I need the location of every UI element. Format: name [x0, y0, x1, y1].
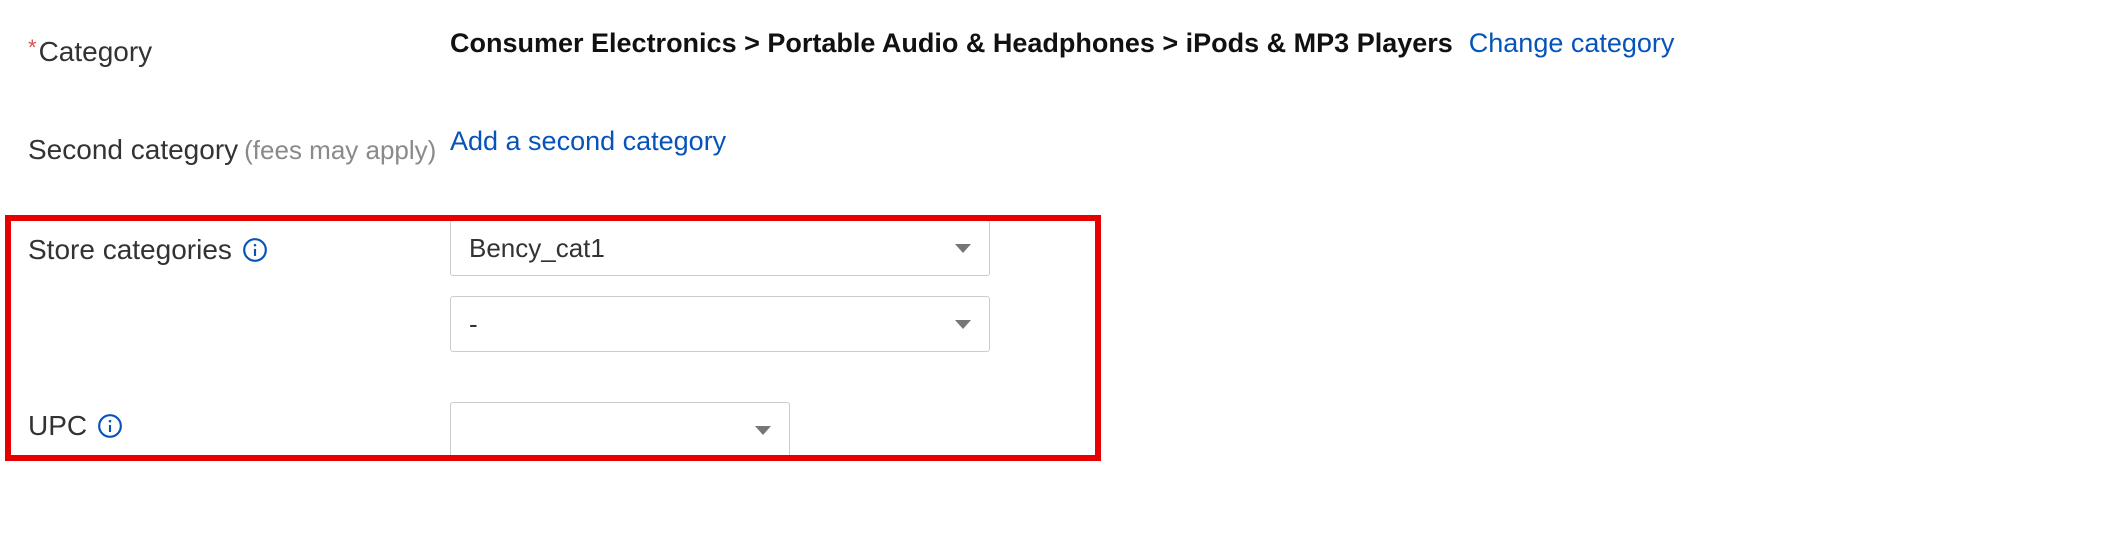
store-category-select-1-value: Bency_cat1: [469, 233, 605, 264]
store-category-select-2-value: -: [469, 309, 478, 340]
label-upc-text: UPC: [28, 410, 87, 442]
value-upc: [450, 402, 2108, 458]
chevron-down-icon: [955, 320, 971, 329]
row-upc: UPC: [0, 402, 2108, 458]
info-icon[interactable]: [97, 413, 123, 439]
label-category-text: Category: [39, 36, 153, 68]
label-store-categories-text: Store categories: [28, 234, 232, 266]
change-category-link[interactable]: Change category: [1469, 28, 1675, 59]
row-category: * Category Consumer Electronics > Portab…: [0, 28, 2108, 76]
page-root: * Category Consumer Electronics > Portab…: [0, 0, 2108, 559]
value-second-category: Add a second category: [450, 126, 2108, 157]
label-store-categories: Store categories: [0, 220, 450, 268]
chevron-down-icon: [755, 426, 771, 435]
upc-select[interactable]: [450, 402, 790, 458]
label-category: * Category: [0, 28, 450, 76]
label-second-category: Second category (fees may apply): [0, 126, 450, 174]
second-category-note: (fees may apply): [244, 135, 436, 166]
row-second-category: Second category (fees may apply) Add a s…: [0, 126, 2108, 174]
value-store-categories: Bency_cat1 -: [450, 220, 2108, 352]
store-categories-selects: Bency_cat1 -: [450, 220, 990, 352]
store-category-select-2[interactable]: -: [450, 296, 990, 352]
category-path: Consumer Electronics > Portable Audio & …: [450, 28, 1453, 59]
add-second-category-link[interactable]: Add a second category: [450, 126, 726, 157]
required-asterisk: *: [28, 35, 37, 61]
value-category: Consumer Electronics > Portable Audio & …: [450, 28, 2108, 59]
label-upc: UPC: [0, 402, 450, 450]
row-store-categories: Store categories Bency_cat1 -: [0, 220, 2108, 352]
info-icon[interactable]: [242, 237, 268, 263]
chevron-down-icon: [955, 244, 971, 253]
label-second-category-text: Second category: [28, 134, 238, 166]
store-category-select-1[interactable]: Bency_cat1: [450, 220, 990, 276]
